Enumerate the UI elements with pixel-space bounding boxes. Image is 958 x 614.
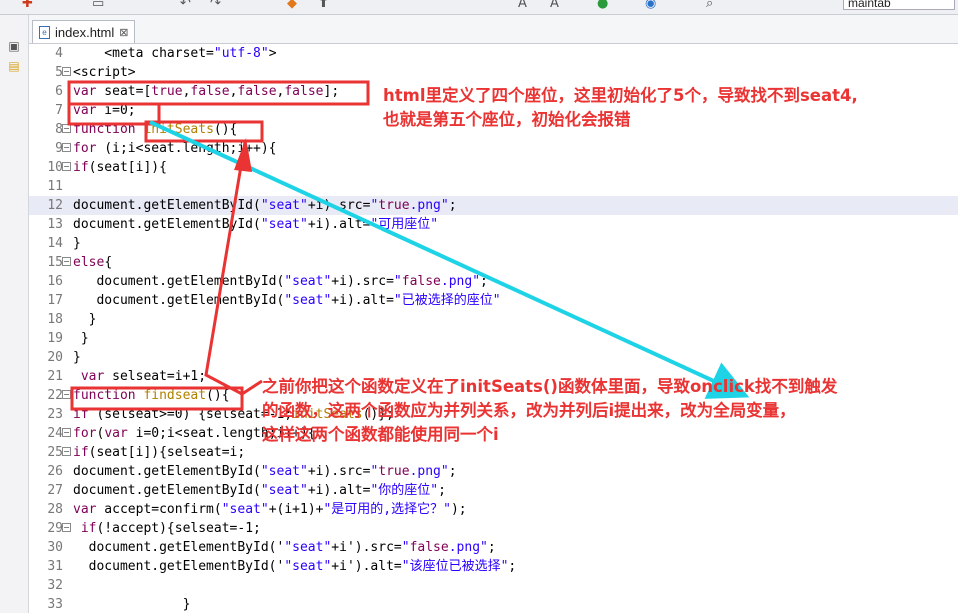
highlight-box-initseats [144,120,264,143]
red-arrow-shaft [204,141,263,396]
annotation-bottom-line2: 的函数，这两个函数应为并列关系，改为并列后i提出来，改为全局变量， [262,401,796,420]
annotation-top-line1: html里定义了四个座位，这里初始化了5个，导致找不到seat4, [383,86,858,105]
annotation-bottom-line1: 之前你把这个函数定义在了initSeats()函数体里面，导致onclick找不… [262,377,838,396]
annotation-top-line2: 也就是第五个座位，初始化会报错 [383,110,631,129]
highlight-box-seat-array [67,80,370,106]
annotation-bottom-line3: 这样这两个函数都能使用同一个i [262,425,499,444]
annotation-top: html里定义了四个座位，这里初始化了5个，导致找不到seat4, 也就是第五个… [383,84,858,132]
highlight-box-findseat [70,386,244,411]
red-arrowhead [234,138,252,172]
annotation-bottom: 之前你把这个函数定义在了initSeats()函数体里面，导致onclick找不… [262,375,837,447]
